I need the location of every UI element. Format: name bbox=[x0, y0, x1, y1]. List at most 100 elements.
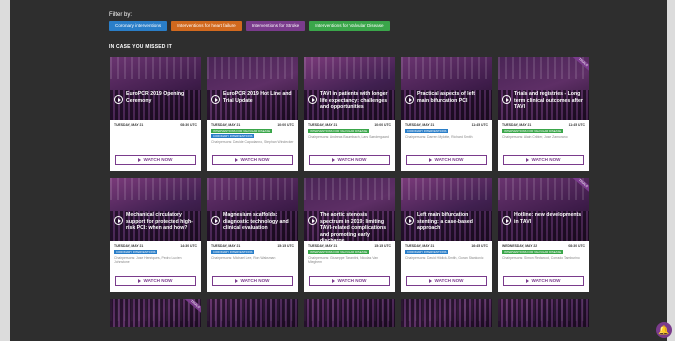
session-card[interactable]: Left main bifurcation stenting: a case-b… bbox=[401, 178, 492, 292]
watch-now-button[interactable]: WATCH NOW bbox=[309, 276, 390, 286]
session-card[interactable]: TRIALS bbox=[110, 299, 201, 327]
trials-ribbon: TRIALS bbox=[183, 299, 201, 315]
session-title: The aortic stenosis spectrum in 2019: li… bbox=[320, 212, 387, 241]
session-card[interactable]: TRIALS Hotline: new developments in TAVI W… bbox=[498, 178, 589, 292]
session-meta: TUESDAY, MAY 21 11:45 UTC CORONARY INTERVE… bbox=[401, 120, 492, 139]
date-row: TUESDAY, MAY 21 10:00 UTC bbox=[211, 123, 294, 127]
session-card[interactable]: EuroPCR 2019 Hot Line and Trial Update TU… bbox=[207, 57, 298, 171]
play-icon bbox=[526, 157, 530, 162]
session-card[interactable] bbox=[498, 299, 589, 327]
play-icon[interactable] bbox=[405, 95, 414, 104]
session-time: 08:30 UTC bbox=[180, 123, 197, 127]
watch-now-button[interactable]: WATCH NOW bbox=[406, 155, 487, 165]
session-thumbnail[interactable] bbox=[498, 299, 589, 327]
session-thumbnail[interactable] bbox=[401, 299, 492, 327]
topic-tag[interactable]: INTERVENTIONS FOR VALVULAR DISEASE bbox=[308, 250, 370, 254]
play-icon[interactable] bbox=[211, 95, 220, 104]
topic-tag[interactable]: INTERVENTIONS FOR VALVULAR DISEASE bbox=[502, 250, 564, 254]
session-card[interactable]: Practical aspects of left main bifurcati… bbox=[401, 57, 492, 171]
session-date: TUESDAY, MAY 21 bbox=[405, 244, 435, 248]
session-title: Magnesium scaffolds: diagnostic technolo… bbox=[223, 212, 289, 232]
session-card[interactable]: EuroPCR 2019 Opening Ceremony TUESDAY, MA… bbox=[110, 57, 201, 171]
session-card[interactable] bbox=[401, 299, 492, 327]
play-icon[interactable] bbox=[114, 216, 123, 225]
session-title: TAVI in patients with longer life expect… bbox=[320, 91, 388, 111]
session-thumbnail[interactable]: The aortic stenosis spectrum in 2019: li… bbox=[304, 178, 395, 241]
chairpersons: Chairpersons: Darren Mylotte, Richard Sm… bbox=[405, 135, 473, 139]
session-title: EuroPCR 2019 Hot Line and Trial Update bbox=[223, 91, 292, 104]
session-date: TUESDAY, MAY 21 bbox=[308, 244, 338, 248]
session-thumbnail[interactable]: TAVI in patients with longer life expect… bbox=[304, 57, 395, 120]
tag-list: INTERVENTIONS FOR VALVULAR DISEASE bbox=[502, 129, 585, 133]
play-icon bbox=[429, 157, 433, 162]
play-icon[interactable] bbox=[502, 95, 511, 104]
watch-now-button[interactable]: WATCH NOW bbox=[406, 276, 487, 286]
session-time: 08:30 UTC bbox=[568, 244, 585, 248]
play-icon bbox=[429, 278, 433, 283]
filter-chip-stroke[interactable]: Interventions for Stroke bbox=[245, 21, 306, 31]
date-row: TUESDAY, MAY 21 16:45 UTC bbox=[405, 244, 488, 248]
session-card[interactable]: Mechanical circulatory support for prote… bbox=[110, 178, 201, 292]
filter-chip-heart-failure[interactable]: Interventions for heart failure bbox=[171, 21, 242, 31]
session-title: Left main bifurcation stenting: a case-b… bbox=[417, 212, 473, 232]
topic-tag[interactable]: CORONARY INTERVENTIONS bbox=[211, 250, 255, 254]
play-icon[interactable] bbox=[308, 216, 317, 225]
session-thumbnail[interactable]: Mechanical circulatory support for prote… bbox=[110, 178, 201, 241]
date-row: TUESDAY, MAY 21 10:00 UTC bbox=[308, 123, 391, 127]
session-meta: WEDNESDAY, MAY 22 08:30 UTC INTERVENTIONS … bbox=[498, 241, 589, 260]
session-thumbnail[interactable]: TRIALS Hotline: new developments in TAVI bbox=[498, 178, 589, 241]
watch-now-button[interactable]: WATCH NOW bbox=[115, 276, 196, 286]
watch-now-button[interactable]: WATCH NOW bbox=[212, 276, 293, 286]
session-thumbnail[interactable]: Magnesium scaffolds: diagnostic technolo… bbox=[207, 178, 298, 241]
chairpersons: Chairpersons: Andreas Baumbach, Lars Søn… bbox=[308, 135, 389, 139]
play-icon bbox=[526, 278, 530, 283]
play-icon[interactable] bbox=[211, 216, 220, 225]
session-thumbnail[interactable]: Practical aspects of left main bifurcati… bbox=[401, 57, 492, 120]
session-card[interactable]: Magnesium scaffolds: diagnostic technolo… bbox=[207, 178, 298, 292]
session-thumbnail[interactable] bbox=[304, 299, 395, 327]
tag-list: CORONARY INTERVENTIONS bbox=[405, 250, 488, 254]
play-icon bbox=[138, 278, 142, 283]
watch-now-button[interactable]: WATCH NOW bbox=[503, 276, 584, 286]
session-card[interactable] bbox=[304, 299, 395, 327]
session-thumbnail[interactable]: EuroPCR 2019 Opening Ceremony bbox=[110, 57, 201, 120]
play-icon[interactable] bbox=[405, 216, 414, 225]
watch-now-button[interactable]: WATCH NOW bbox=[503, 155, 584, 165]
bell-icon[interactable]: 🔔 bbox=[656, 322, 672, 338]
topic-tag[interactable]: CORONARY INTERVENTIONS bbox=[211, 134, 255, 138]
session-time: 15:15 UTC bbox=[277, 244, 294, 248]
session-thumbnail[interactable]: TRIALS bbox=[110, 299, 201, 327]
date-row: TUESDAY, MAY 21 11:45 UTC bbox=[405, 123, 488, 127]
session-thumbnail[interactable]: EuroPCR 2019 Hot Line and Trial Update bbox=[207, 57, 298, 120]
topic-tag[interactable]: CORONARY INTERVENTIONS bbox=[114, 250, 158, 254]
watch-now-button[interactable]: WATCH NOW bbox=[115, 155, 196, 165]
session-time: 10:00 UTC bbox=[374, 123, 391, 127]
session-card[interactable]: TAVI in patients with longer life expect… bbox=[304, 57, 395, 171]
topic-tag[interactable]: INTERVENTIONS FOR VALVULAR DISEASE bbox=[211, 129, 273, 133]
session-meta: TUESDAY, MAY 21 08:30 UTC bbox=[110, 120, 201, 129]
play-icon bbox=[332, 157, 336, 162]
topic-tag[interactable]: INTERVENTIONS FOR VALVULAR DISEASE bbox=[308, 129, 370, 133]
session-title: Practical aspects of left main bifurcati… bbox=[417, 91, 475, 104]
topic-tag[interactable]: CORONARY INTERVENTIONS bbox=[405, 250, 449, 254]
session-thumbnail[interactable]: TRIALS Trials and registries - Long term … bbox=[498, 57, 589, 120]
filter-chip-valvular[interactable]: Interventions for Valvular Disease bbox=[309, 21, 390, 31]
session-thumbnail[interactable]: Left main bifurcation stenting: a case-b… bbox=[401, 178, 492, 241]
play-icon bbox=[138, 157, 142, 162]
session-card[interactable]: TRIALS Trials and registries - Long term … bbox=[498, 57, 589, 171]
topic-tag[interactable]: INTERVENTIONS FOR VALVULAR DISEASE bbox=[502, 129, 564, 133]
play-icon[interactable] bbox=[114, 95, 123, 104]
session-card[interactable] bbox=[207, 299, 298, 327]
filter-chip-coronary[interactable]: Coronary interventions bbox=[109, 21, 168, 31]
watch-now-button[interactable]: WATCH NOW bbox=[212, 155, 293, 165]
topic-tag[interactable]: CORONARY INTERVENTIONS bbox=[405, 129, 449, 133]
session-date: TUESDAY, MAY 21 bbox=[405, 123, 435, 127]
play-icon[interactable] bbox=[308, 95, 317, 104]
session-time: 11:45 UTC bbox=[471, 123, 488, 127]
watch-now-button[interactable]: WATCH NOW bbox=[309, 155, 390, 165]
session-thumbnail[interactable] bbox=[207, 299, 298, 327]
session-date: WEDNESDAY, MAY 22 bbox=[502, 244, 538, 248]
session-card[interactable]: The aortic stenosis spectrum in 2019: li… bbox=[304, 178, 395, 292]
play-icon[interactable] bbox=[502, 216, 511, 225]
session-meta: TUESDAY, MAY 21 14:30 UTC CORONARY INTERVE… bbox=[110, 241, 201, 265]
